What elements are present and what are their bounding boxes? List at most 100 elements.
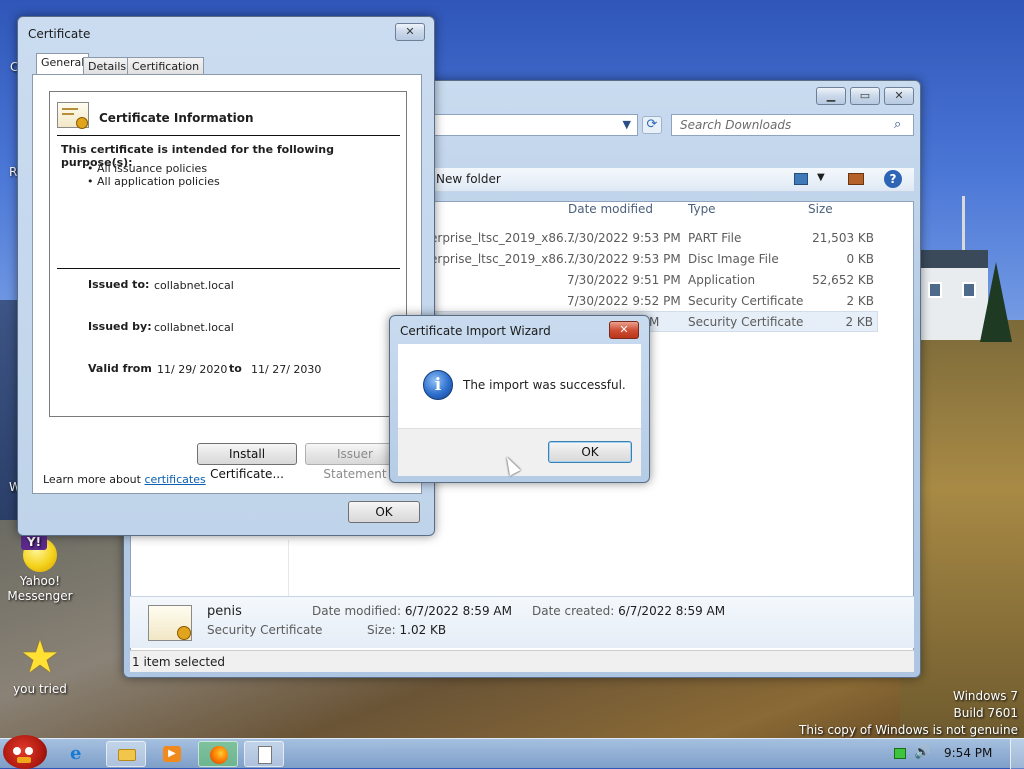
ok-button[interactable]: OK xyxy=(348,501,420,523)
media-player-icon: ▶ xyxy=(163,746,181,762)
media-player-taskbar-button[interactable]: ▶ xyxy=(152,741,192,767)
refresh-button[interactable]: ⟳ xyxy=(642,116,662,134)
house-image xyxy=(918,250,988,340)
details-size-value: 1.02 KB xyxy=(399,623,447,637)
certificate-taskbar-button[interactable] xyxy=(244,741,284,767)
general-tab-panel: Certificate Information This certificate… xyxy=(32,74,422,494)
certificate-dialog[interactable]: Certificate ✕ General Details Certificat… xyxy=(17,16,435,536)
details-modified: Date modified: 6/7/2022 8:59 AM xyxy=(312,604,512,618)
details-pane: penis Security Certificate Date modified… xyxy=(130,596,914,648)
tree-image xyxy=(980,262,1012,342)
details-size: Size: 1.02 KB xyxy=(367,623,446,637)
valid-to-value: 11/ 27/ 2030 xyxy=(251,363,322,376)
wizard-message: The import was successful. xyxy=(463,378,626,392)
file-date: 7/30/2022 9:53 PM xyxy=(567,231,681,245)
file-type: Security Certificate xyxy=(688,294,804,308)
help-icon[interactable]: ? xyxy=(884,170,902,188)
network-icon[interactable] xyxy=(894,748,906,759)
view-icon[interactable] xyxy=(794,173,808,185)
desktop-icon-yahoo-messenger[interactable]: Y! Yahoo! Messenger xyxy=(0,534,80,604)
valid-from-label: Valid from xyxy=(88,362,152,375)
details-created-label: Date created: xyxy=(532,604,615,618)
desktop-icon-you-tried[interactable]: ★ you tried xyxy=(0,636,80,697)
new-folder-button[interactable]: New folder xyxy=(436,172,501,186)
column-header-type[interactable]: Type xyxy=(688,198,716,220)
start-button[interactable] xyxy=(3,735,47,769)
ok-button[interactable]: OK xyxy=(548,441,632,463)
details-file-type: Security Certificate xyxy=(207,623,323,637)
dialog-title: Certificate xyxy=(28,27,91,41)
close-button[interactable]: ✕ xyxy=(609,321,639,339)
file-size: 21,503 KB xyxy=(812,231,874,245)
preview-pane-icon[interactable] xyxy=(848,173,864,185)
watermark-line: Windows 7 xyxy=(952,689,1018,703)
star-icon: ★ xyxy=(20,632,60,683)
watermark-line: Build 7601 xyxy=(953,706,1018,720)
minimize-button[interactable]: ▁ xyxy=(816,87,846,105)
learn-more-line: Learn more about certificates xyxy=(43,473,206,486)
valid-from-value: 11/ 29/ 2020 xyxy=(157,363,228,376)
file-type: Disc Image File xyxy=(688,252,779,266)
dialog-title: Certificate Import Wizard xyxy=(400,324,551,338)
certificate-file-icon xyxy=(148,605,192,641)
issued-to-value: collabnet.local xyxy=(154,279,234,292)
show-desktop-button[interactable] xyxy=(1010,739,1024,769)
tab-certification-path[interactable]: Certification Path xyxy=(127,57,205,86)
file-date: M xyxy=(649,315,660,329)
certificates-link[interactable]: certificates xyxy=(144,473,205,486)
divider xyxy=(57,268,400,269)
firefox-icon xyxy=(210,746,228,764)
file-name: erprise_ltsc_2019_x86... xyxy=(430,231,576,245)
search-input[interactable]: Search Downloads xyxy=(671,114,914,136)
details-size-label: Size: xyxy=(367,623,396,637)
internet-explorer-icon: e xyxy=(70,743,82,764)
taskbar: e ▶ 🔊 9:54 PM xyxy=(0,735,1024,769)
issued-by-value: collabnet.local xyxy=(154,321,234,334)
explorer-taskbar-button[interactable] xyxy=(106,741,146,767)
search-icon[interactable]: ⌕ xyxy=(894,117,901,132)
certificate-info-heading: Certificate Information xyxy=(99,111,254,125)
file-size: 2 KB xyxy=(845,315,873,329)
details-created-value: 6/7/2022 8:59 AM xyxy=(618,604,726,618)
details-modified-label: Date modified: xyxy=(312,604,402,618)
column-header-date[interactable]: Date modified xyxy=(568,198,653,220)
file-type: Security Certificate xyxy=(688,315,804,329)
desktop-icon-label: Yahoo! xyxy=(19,574,61,588)
issued-by-label: Issued by: xyxy=(88,320,152,333)
valid-to-label: to xyxy=(229,362,242,375)
tab-general[interactable]: General xyxy=(36,53,90,75)
certificate-info-box: Certificate Information This certificate… xyxy=(49,91,407,417)
file-name: erprise_ltsc_2019_x86... xyxy=(430,252,576,266)
learn-more-text: Learn more about xyxy=(43,473,141,486)
column-header-size[interactable]: Size xyxy=(808,198,833,220)
desktop-icon-label: Messenger xyxy=(7,589,73,603)
details-created: Date created: 6/7/2022 8:59 AM xyxy=(532,604,725,618)
file-size: 2 KB xyxy=(846,294,874,308)
close-button[interactable]: ✕ xyxy=(395,23,425,41)
details-file-name: penis xyxy=(207,604,242,619)
firefox-taskbar-button[interactable] xyxy=(198,741,238,767)
install-certificate-button[interactable]: Install Certificate... xyxy=(197,443,297,481)
status-bar: 1 item selected xyxy=(130,650,914,672)
chevron-down-icon[interactable]: ▼ xyxy=(817,172,825,183)
taskbar-clock[interactable]: 9:54 PM xyxy=(944,746,992,760)
tab-details[interactable]: Details xyxy=(83,57,132,75)
file-size: 52,652 KB xyxy=(812,273,874,287)
import-wizard-dialog[interactable]: Certificate Import Wizard ✕ i The import… xyxy=(389,315,650,483)
watermark-line: This copy of Windows is not genuine xyxy=(799,723,1018,737)
volume-icon[interactable]: 🔊 xyxy=(914,745,930,760)
chevron-down-icon[interactable]: ▼ xyxy=(623,118,631,131)
internet-explorer-taskbar-button[interactable]: e xyxy=(60,741,100,767)
close-button[interactable]: ✕ xyxy=(884,87,914,105)
desktop-icon-label: you tried xyxy=(13,682,67,696)
status-text: 1 item selected xyxy=(132,655,226,669)
file-type: Application xyxy=(688,273,756,287)
file-type: PART File xyxy=(688,231,742,245)
maximize-button[interactable]: ▭ xyxy=(850,87,880,105)
column-divider xyxy=(288,540,289,596)
file-size: 0 KB xyxy=(846,252,874,266)
details-modified-value: 6/7/2022 8:59 AM xyxy=(404,604,512,618)
wizard-body: i The import was successful. OK xyxy=(398,344,641,476)
file-date: 7/30/2022 9:51 PM xyxy=(567,273,681,287)
windows-watermark: Windows 7 Build 7601 This copy of Window… xyxy=(799,688,1018,739)
